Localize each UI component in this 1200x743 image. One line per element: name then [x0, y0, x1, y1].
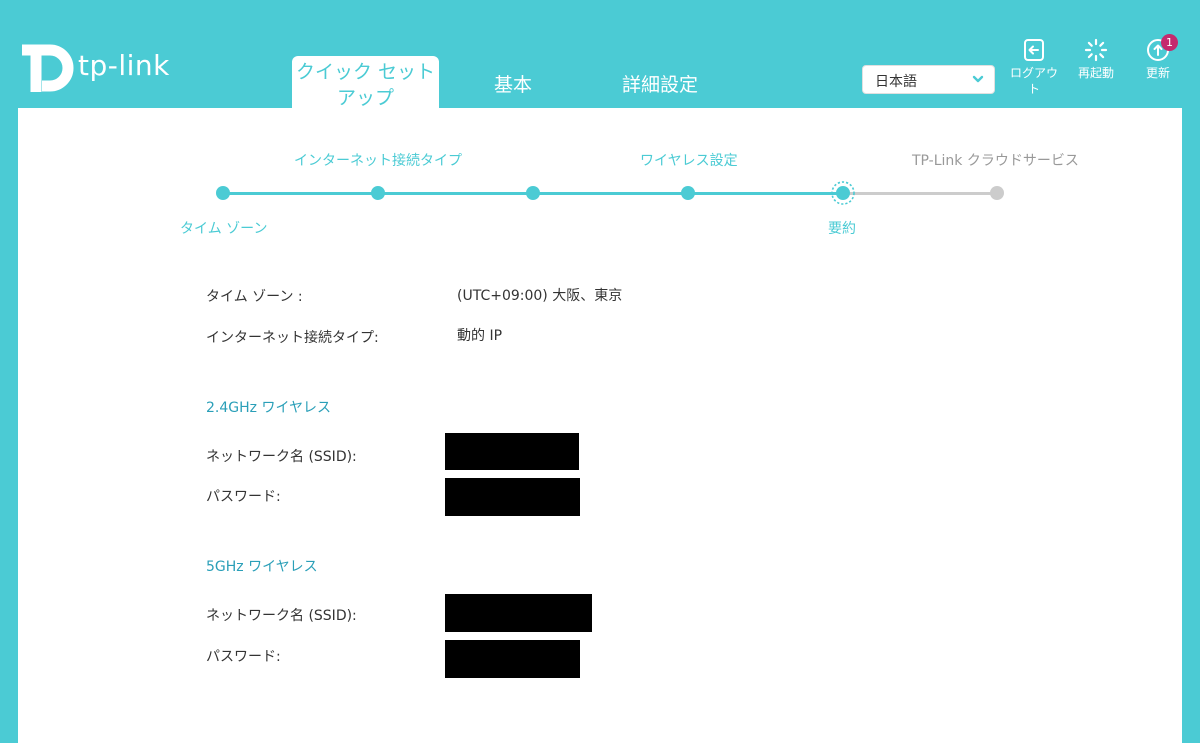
wifi5-ssid-redacted	[445, 594, 592, 632]
wifi24-password-label: パスワード:	[206, 489, 281, 505]
wifi5-password-label: パスワード:	[206, 649, 281, 665]
header: tp-link クイック セット アップ 基本 詳細設定 日本語 ログアウ ト	[0, 0, 1200, 109]
step-dot-wireless-24	[526, 186, 540, 200]
logout-icon	[1024, 39, 1044, 61]
step-label-cloud: TP-Link クラウドサービス	[912, 153, 1079, 169]
brand-name: tp-link	[78, 49, 170, 82]
update-badge: 1	[1161, 34, 1178, 51]
reboot-label: 再起動	[1077, 66, 1114, 80]
timezone-label: タイム ゾーン :	[206, 289, 303, 305]
chevron-down-icon	[972, 75, 984, 83]
step-dot-summary-current	[831, 181, 855, 205]
wifi5-section-title: 5GHz ワイヤレス	[206, 559, 318, 575]
step-dot-internet-type	[371, 186, 385, 200]
timezone-value: (UTC+09:00) 大阪、東京	[457, 288, 623, 304]
tab-quick-setup-line1: クイック セット	[295, 61, 436, 83]
tab-advanced[interactable]: 詳細設定	[622, 70, 698, 97]
tab-basic[interactable]: 基本	[494, 70, 532, 97]
progress-line-pending	[843, 192, 997, 195]
tab-quick-setup[interactable]: クイック セット アップ	[292, 56, 439, 109]
wifi5-ssid-label: ネットワーク名 (SSID):	[206, 608, 357, 624]
step-label-internet-type: インターネット接続タイプ	[294, 153, 462, 169]
wifi24-ssid-redacted	[445, 433, 579, 470]
step-dot-wireless-5	[681, 186, 695, 200]
main-panel	[18, 108, 1182, 743]
step-label-summary: 要約	[828, 221, 856, 237]
conn-type-label: インターネット接続タイプ:	[206, 330, 379, 346]
logout-button[interactable]: ログアウ ト	[1004, 38, 1064, 97]
tp-link-logo-icon[interactable]	[16, 36, 78, 94]
conn-type-value: 動的 IP	[457, 328, 503, 344]
step-dot-timezone	[216, 186, 230, 200]
logout-label-line1: ログアウ	[1009, 66, 1058, 80]
step-dot-cloud	[990, 186, 1004, 200]
reboot-icon	[1084, 38, 1108, 62]
step-label-timezone: タイム ゾーン	[180, 221, 268, 237]
wifi5-password-redacted	[445, 640, 580, 678]
step-label-wireless: ワイヤレス設定	[640, 153, 738, 169]
update-label: 更新	[1145, 66, 1170, 80]
wifi24-password-redacted	[445, 478, 580, 516]
wifi24-section-title: 2.4GHz ワイヤレス	[206, 400, 332, 416]
wifi24-ssid-label: ネットワーク名 (SSID):	[206, 449, 357, 465]
logout-label-line2: ト	[1027, 82, 1040, 96]
language-value: 日本語	[875, 74, 917, 90]
language-select[interactable]: 日本語	[862, 65, 995, 94]
reboot-button[interactable]: 再起動	[1066, 38, 1126, 81]
update-button[interactable]: 1 更新	[1128, 34, 1188, 81]
